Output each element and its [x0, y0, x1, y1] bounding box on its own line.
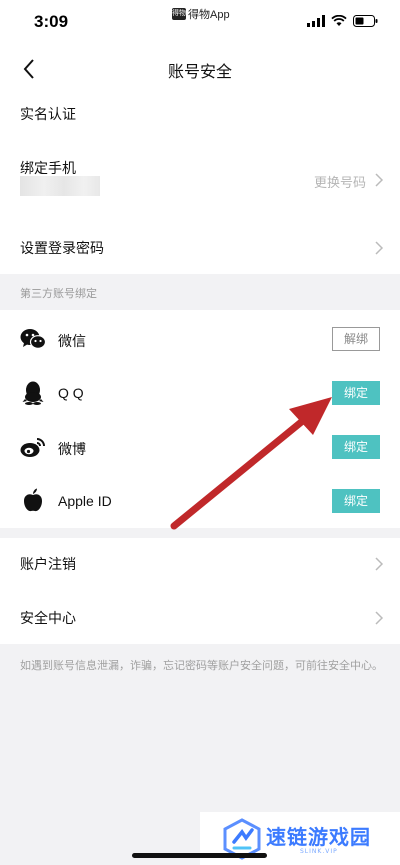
wechat-unbind-button[interactable]: 解绑	[332, 327, 380, 351]
chevron-right-icon	[375, 241, 384, 255]
social-row-qq: Q Q 绑定	[0, 366, 400, 420]
status-bar: 3:09 得物 得物App	[0, 0, 400, 44]
change-number-link[interactable]: 更换号码	[314, 172, 366, 191]
social-row-apple: Apple ID 绑定	[0, 474, 400, 528]
chevron-right-icon	[375, 557, 384, 571]
cancel-account-label: 账户注销	[20, 557, 76, 573]
status-app-indicator: 得物 得物App	[172, 6, 230, 22]
watermark-text: 速链游戏园	[266, 825, 371, 849]
footer-note: 如遇到账号信息泄漏，诈骗，忘记密码等账户安全问题，可前往安全中心。	[20, 659, 383, 672]
signal-icon	[307, 15, 325, 27]
battery-icon	[353, 15, 378, 27]
third-party-header: 第三方账号绑定	[20, 287, 97, 300]
status-icons	[307, 15, 378, 27]
nav-bar: 账号安全	[0, 44, 400, 94]
apple-bind-button[interactable]: 绑定	[332, 489, 380, 513]
apple-id-label: Apple ID	[58, 493, 112, 509]
apple-icon	[20, 487, 46, 513]
status-time: 3:09	[34, 12, 69, 31]
row-real-name[interactable]: 实名认证	[0, 94, 400, 134]
chevron-right-icon	[375, 173, 384, 187]
row-cancel-account[interactable]: 账户注销	[0, 540, 400, 588]
watermark-subtext: SLINK.VIP	[300, 848, 338, 855]
home-indicator	[132, 853, 267, 858]
bind-phone-label: 绑定手机	[20, 161, 76, 177]
chevron-right-icon	[375, 611, 384, 625]
row-security-center[interactable]: 安全中心	[0, 594, 400, 642]
weibo-label: 微博	[58, 441, 86, 457]
wechat-label: 微信	[58, 333, 86, 349]
wechat-icon	[20, 326, 46, 352]
set-password-label: 设置登录密码	[20, 241, 104, 257]
weibo-bind-button[interactable]: 绑定	[332, 435, 380, 459]
qq-bind-button[interactable]: 绑定	[332, 381, 380, 405]
security-center-label: 安全中心	[20, 611, 76, 627]
status-app-name: 得物App	[188, 9, 230, 21]
social-row-weibo: 微博 绑定	[0, 420, 400, 474]
app-logo-icon: 得物	[172, 8, 186, 20]
row-set-password[interactable]: 设置登录密码	[0, 226, 400, 270]
weibo-icon	[20, 434, 46, 460]
qq-label: Q Q	[58, 385, 84, 401]
real-name-label: 实名认证	[20, 107, 76, 123]
page-title: 账号安全	[167, 62, 232, 81]
social-row-wechat: 微信 解绑	[0, 312, 400, 366]
qq-icon	[20, 380, 46, 406]
wifi-icon	[331, 15, 347, 26]
phone-number-masked	[20, 176, 100, 196]
